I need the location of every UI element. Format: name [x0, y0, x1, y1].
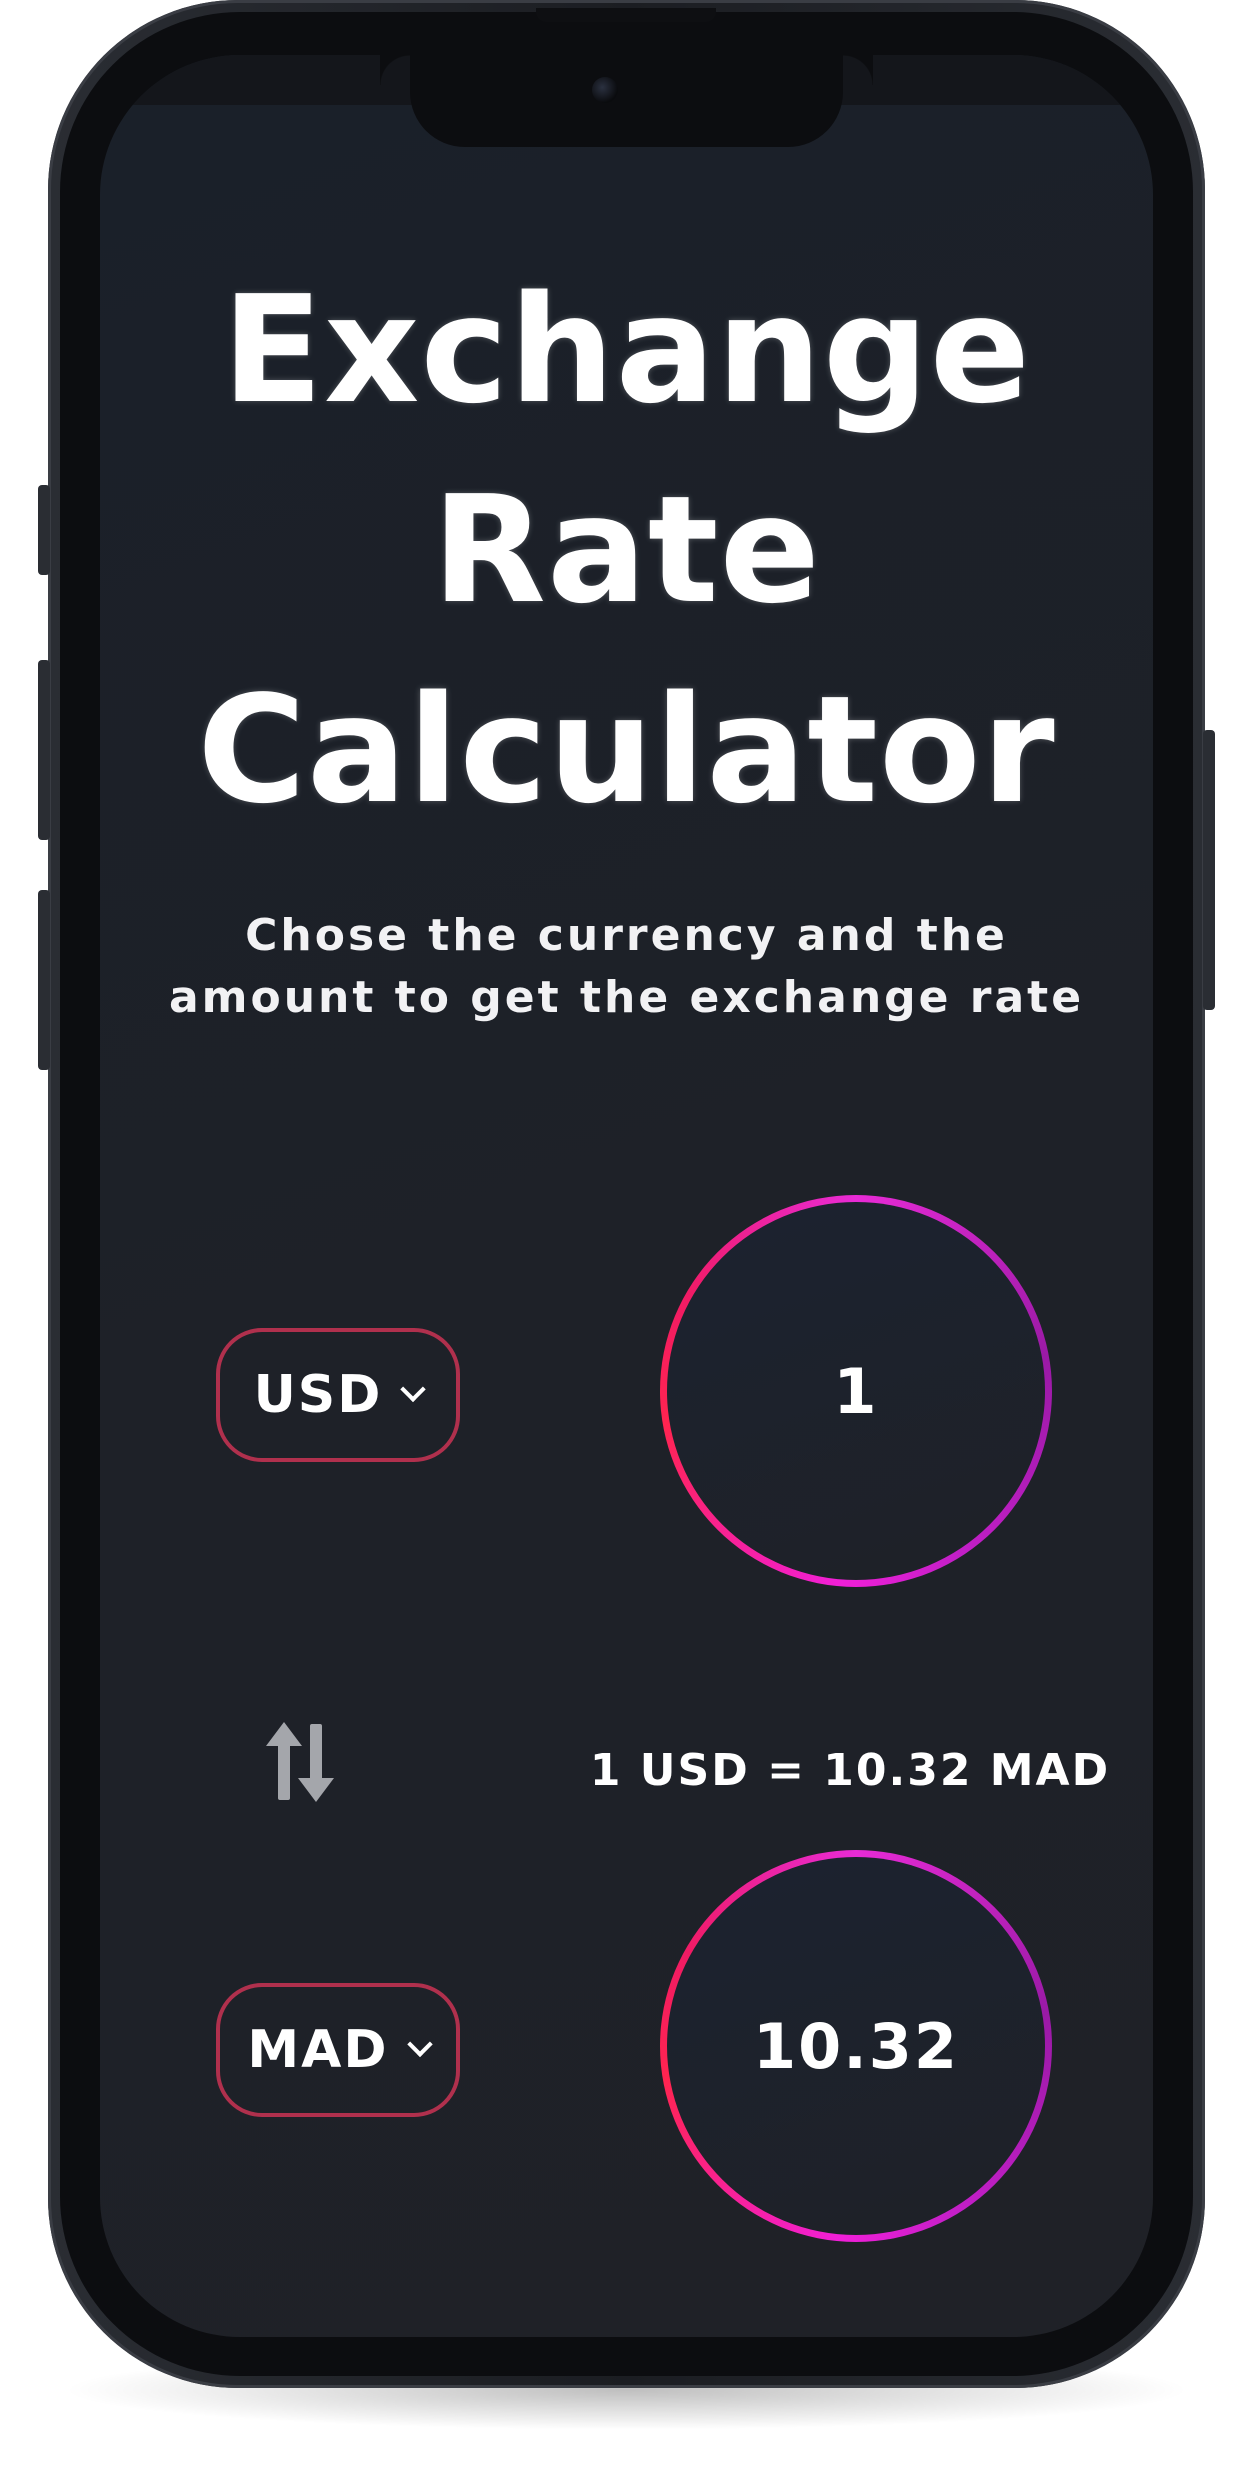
to-amount-input[interactable]: 10.32	[667, 1857, 1045, 2235]
chevron-down-icon	[406, 2031, 433, 2058]
title-line-2: Rate	[432, 464, 821, 636]
title-line-1: Exchange	[221, 264, 1032, 436]
page-subtitle: Chose the currency and the amount to get…	[168, 910, 1085, 1023]
earpiece-speaker	[536, 8, 716, 22]
from-currency-select[interactable]: USD	[216, 1328, 460, 1462]
front-camera-icon	[592, 77, 618, 103]
volume-down-button	[38, 890, 50, 1070]
exchange-rate-text: 1 USD = 10.32 MAD	[589, 1745, 1111, 1796]
to-currency-select[interactable]: MAD	[216, 1983, 460, 2117]
device-mockup: Exchange Rate Calculator Chose the curre…	[0, 0, 1253, 2466]
from-amount-input[interactable]: 1	[667, 1202, 1045, 1580]
mute-switch	[38, 485, 50, 575]
to-amount-value: 10.32	[752, 2009, 960, 2083]
app-screen: Exchange Rate Calculator Chose the curre…	[100, 55, 1153, 2337]
chevron-down-icon	[400, 1376, 427, 1403]
swap-arrows-icon[interactable]	[266, 1720, 342, 1804]
to-currency-value: MAD	[247, 2020, 389, 2080]
to-amount-ring: 10.32	[660, 1850, 1052, 2242]
power-button	[1203, 730, 1215, 1010]
from-currency-value: USD	[253, 1365, 383, 1425]
notch	[410, 55, 873, 147]
from-amount-ring: 1	[660, 1195, 1052, 1587]
from-amount-value: 1	[833, 1354, 879, 1428]
title-line-3: Calculator	[197, 664, 1056, 836]
volume-up-button	[38, 660, 50, 840]
page-title: Exchange Rate Calculator	[100, 250, 1153, 850]
